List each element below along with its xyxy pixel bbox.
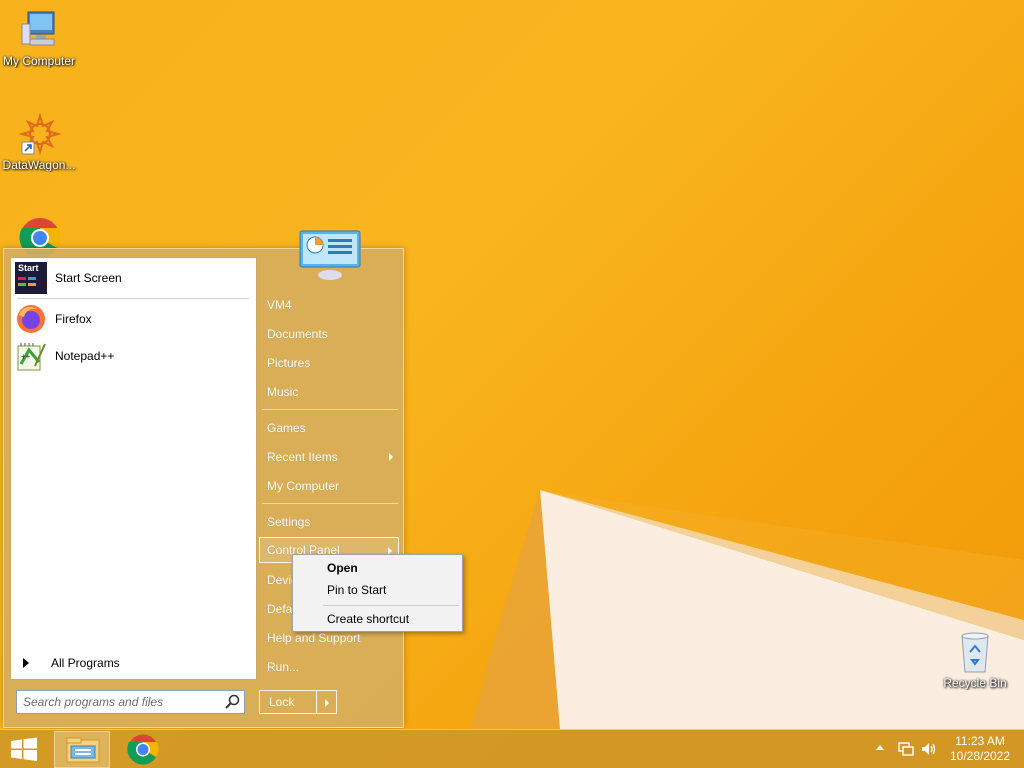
pinned-item-label: Firefox xyxy=(55,312,92,326)
taskbar-chrome[interactable] xyxy=(115,731,171,768)
shutdown-options-button[interactable] xyxy=(316,690,337,714)
notepadpp-icon: ++ xyxy=(15,340,47,372)
menu-item-label: Games xyxy=(267,421,306,435)
start-screen-tile-text: Start xyxy=(18,263,39,273)
menu-item-label: Pictures xyxy=(267,356,311,370)
context-menu-label: Pin to Start xyxy=(327,583,387,597)
menu-item-label: Documents xyxy=(267,327,328,341)
start-menu-item-recent-items[interactable]: Recent Items xyxy=(259,444,399,470)
start-menu-item-music[interactable]: Music xyxy=(259,379,399,405)
search-input[interactable] xyxy=(17,692,222,712)
svg-text:++: ++ xyxy=(21,352,31,361)
divider xyxy=(323,605,459,606)
start-menu-item-documents[interactable]: Documents xyxy=(259,321,399,347)
desktop-icon-label: My Computer xyxy=(2,54,76,68)
start-menu-item-vm4[interactable]: VM4 xyxy=(259,292,399,318)
file-explorer-icon xyxy=(66,737,100,763)
menu-item-label: Music xyxy=(267,385,299,399)
start-menu-item-games[interactable]: Games xyxy=(259,415,399,441)
firefox-icon xyxy=(15,303,47,335)
divider xyxy=(17,298,249,299)
show-hidden-icons-button[interactable] xyxy=(876,745,884,750)
desktop-icon-label: DataWagon... xyxy=(2,158,76,172)
chrome-icon xyxy=(127,734,159,765)
datawagon-icon xyxy=(16,112,62,156)
clock-time: 11:23 AM xyxy=(955,734,1005,748)
all-programs-button[interactable]: All Programs xyxy=(17,652,253,674)
desktop-icon-recycle-bin[interactable]: Recycle Bin xyxy=(936,630,1014,690)
desktop-icon-datawagon[interactable]: DataWagon... xyxy=(0,112,78,172)
control-panel-picture xyxy=(298,229,362,281)
divider xyxy=(262,503,398,504)
search-icon[interactable] xyxy=(222,691,244,713)
computer-icon xyxy=(16,8,62,52)
taskbar-file-explorer[interactable] xyxy=(54,731,110,768)
menu-item-label: Settings xyxy=(267,515,311,529)
start-screen-icon: Start xyxy=(15,262,47,294)
start-menu-item-run[interactable]: Run... xyxy=(259,654,399,680)
menu-item-label: VM4 xyxy=(267,298,292,312)
desktop-icon-my-computer[interactable]: My Computer xyxy=(0,8,78,68)
windows-logo-icon xyxy=(11,737,37,761)
pinned-item-start-screen[interactable]: Start Start Screen xyxy=(15,261,251,295)
start-menu: Start Start Screen Firefox ++ Notepad++ … xyxy=(3,230,404,728)
clock-date: 10/28/2022 xyxy=(949,749,1011,763)
context-menu-create-shortcut[interactable]: Create shortcut xyxy=(295,608,460,630)
submenu-arrow-icon xyxy=(389,453,393,461)
context-menu: Open Pin to Start Create shortcut xyxy=(292,554,463,632)
start-menu-left-pane: Start Start Screen Firefox ++ Notepad++ … xyxy=(10,257,257,680)
divider xyxy=(262,409,398,410)
start-button[interactable] xyxy=(0,730,48,768)
taskbar: 11:23 AM 10/28/2022 xyxy=(0,729,1024,768)
lock-label: Lock xyxy=(269,695,295,709)
menu-item-label: My Computer xyxy=(267,479,340,493)
menu-item-label: Recent Items xyxy=(267,450,338,464)
start-menu-item-pictures[interactable]: Pictures xyxy=(259,350,399,376)
desktop-icon-label: Recycle Bin xyxy=(943,676,1007,690)
clock[interactable]: 11:23 AM 10/28/2022 xyxy=(940,734,1020,764)
pinned-item-notepadpp[interactable]: ++ Notepad++ xyxy=(15,339,251,373)
pinned-item-label: Start Screen xyxy=(55,271,122,285)
menu-item-label: Run... xyxy=(267,660,300,674)
recycle-bin-icon xyxy=(952,630,998,674)
expand-arrow-icon xyxy=(23,658,29,668)
volume-icon[interactable] xyxy=(920,740,938,758)
pinned-item-firefox[interactable]: Firefox xyxy=(15,302,251,336)
menu-item-label: Help and Support xyxy=(267,631,361,645)
network-icon[interactable] xyxy=(897,740,915,758)
context-menu-open[interactable]: Open xyxy=(295,557,460,579)
search-box[interactable] xyxy=(16,690,245,714)
start-menu-item-my-computer[interactable]: My Computer xyxy=(259,473,399,499)
all-programs-label: All Programs xyxy=(51,656,120,670)
start-menu-item-settings[interactable]: Settings xyxy=(259,509,399,535)
context-menu-label: Open xyxy=(327,561,358,575)
context-menu-pin-to-start[interactable]: Pin to Start xyxy=(295,579,460,601)
context-menu-label: Create shortcut xyxy=(327,612,410,626)
lock-button[interactable]: Lock xyxy=(259,690,317,714)
chevron-right-icon xyxy=(325,699,329,707)
pinned-item-label: Notepad++ xyxy=(55,349,115,363)
